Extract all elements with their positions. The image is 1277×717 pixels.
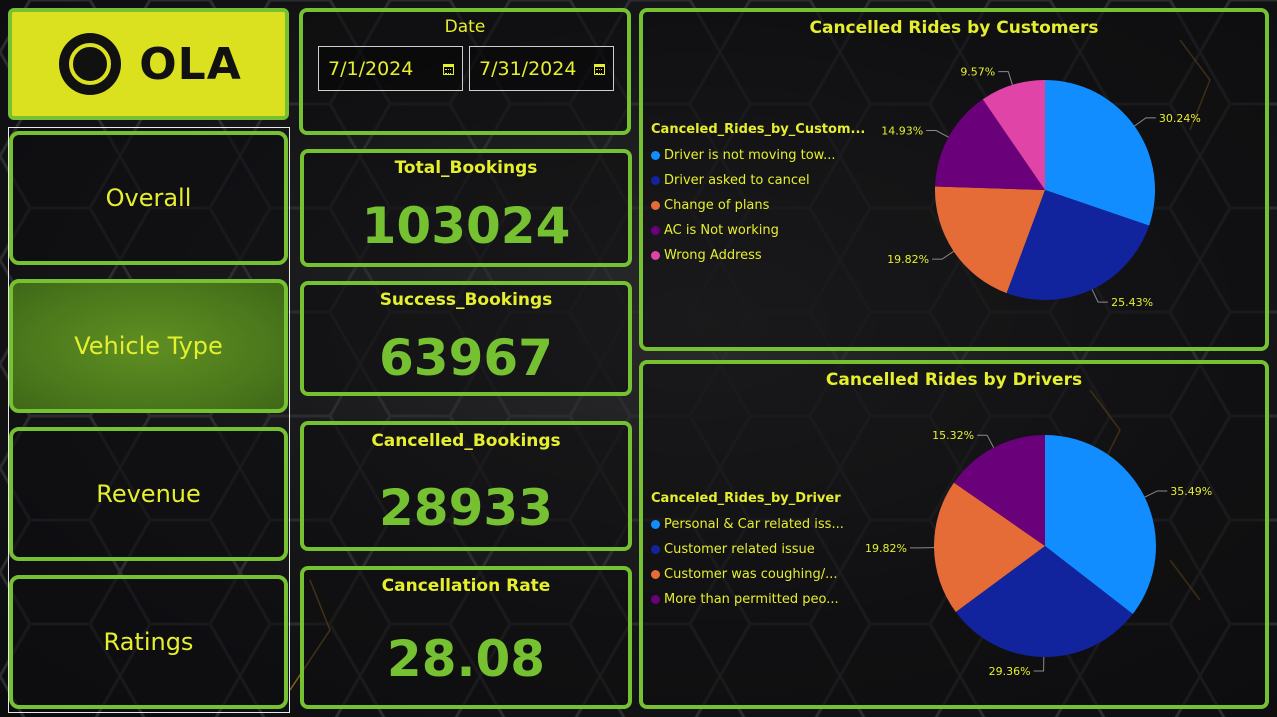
chart-cancelled-by-drivers: Cancelled Rides by Drivers Canceled_Ride… <box>639 360 1269 709</box>
kpi-card-success-bookings: Success_Bookings 63967 <box>300 281 632 396</box>
kpi-card-cancelled-bookings: Cancelled_Bookings 28933 <box>300 421 632 551</box>
data-label-leader <box>1134 117 1156 127</box>
data-label: 19.82% <box>865 542 907 555</box>
data-label: 29.36% <box>989 665 1031 678</box>
date-slicer: Date 7/1/2024 7/31/2024 <box>299 8 631 135</box>
ola-logo: OLA <box>8 8 289 120</box>
data-label-leader <box>926 130 949 138</box>
kpi-value: 103024 <box>361 197 571 255</box>
ola-logo-icon <box>59 33 122 95</box>
data-label: 30.24% <box>1159 112 1201 125</box>
data-label-leader <box>1091 289 1109 303</box>
nav-button-revenue[interactable]: Revenue <box>9 427 288 561</box>
kpi-card-cancellation-rate: Cancellation Rate 28.08 <box>300 566 632 709</box>
data-label: 9.57% <box>960 66 995 79</box>
nav-button-label: Revenue <box>96 480 201 508</box>
start-date-value: 7/1/2024 <box>328 57 414 80</box>
data-label: 35.49% <box>1170 485 1212 498</box>
ola-logo-text: OLA <box>139 38 242 90</box>
end-date-input[interactable]: 7/31/2024 <box>469 46 614 91</box>
nav-button-label: Overall <box>105 184 192 212</box>
pie-chart-drivers: 35.49% 29.36% 19.82% 15.32% <box>865 429 1212 678</box>
start-date-input[interactable]: 7/1/2024 <box>318 46 463 91</box>
kpi-label: Cancelled_Bookings <box>371 431 561 451</box>
kpi-value: 63967 <box>379 329 553 387</box>
kpi-label: Success_Bookings <box>379 290 553 310</box>
data-label: 14.93% <box>881 125 923 138</box>
pie-chart-customers: 30.24% 25.43% 19.82% 14.93% 9.57% <box>881 66 1201 309</box>
kpi-card-total-bookings: Total_Bookings 103024 <box>300 149 632 267</box>
chart-cancelled-by-customers: Cancelled Rides by Customers Canceled_Ri… <box>639 8 1269 351</box>
date-slicer-title: Date <box>444 17 486 37</box>
kpi-value: 28.08 <box>386 630 546 688</box>
data-label-leader <box>1144 490 1168 498</box>
data-label: 19.82% <box>887 253 929 266</box>
nav-button-overall[interactable]: Overall <box>9 131 288 265</box>
kpi-label: Cancellation Rate <box>381 576 551 596</box>
nav-button-label: Vehicle Type <box>74 332 223 360</box>
data-label-leader <box>932 250 954 260</box>
data-label: 25.43% <box>1111 296 1153 309</box>
end-date-value: 7/31/2024 <box>479 57 577 80</box>
kpi-value: 28933 <box>379 479 553 537</box>
nav-button-ratings[interactable]: Ratings <box>9 575 288 709</box>
data-label-leader <box>1033 656 1045 672</box>
nav-button-label: Ratings <box>103 628 194 656</box>
calendar-icon[interactable] <box>594 64 605 75</box>
kpi-label: Total_Bookings <box>394 158 538 178</box>
calendar-icon[interactable] <box>443 64 454 75</box>
data-label-leader <box>977 434 995 448</box>
nav-button-vehicle-type[interactable]: Vehicle Type <box>9 279 288 413</box>
data-label-leader <box>998 71 1013 86</box>
data-label: 15.32% <box>932 429 974 442</box>
